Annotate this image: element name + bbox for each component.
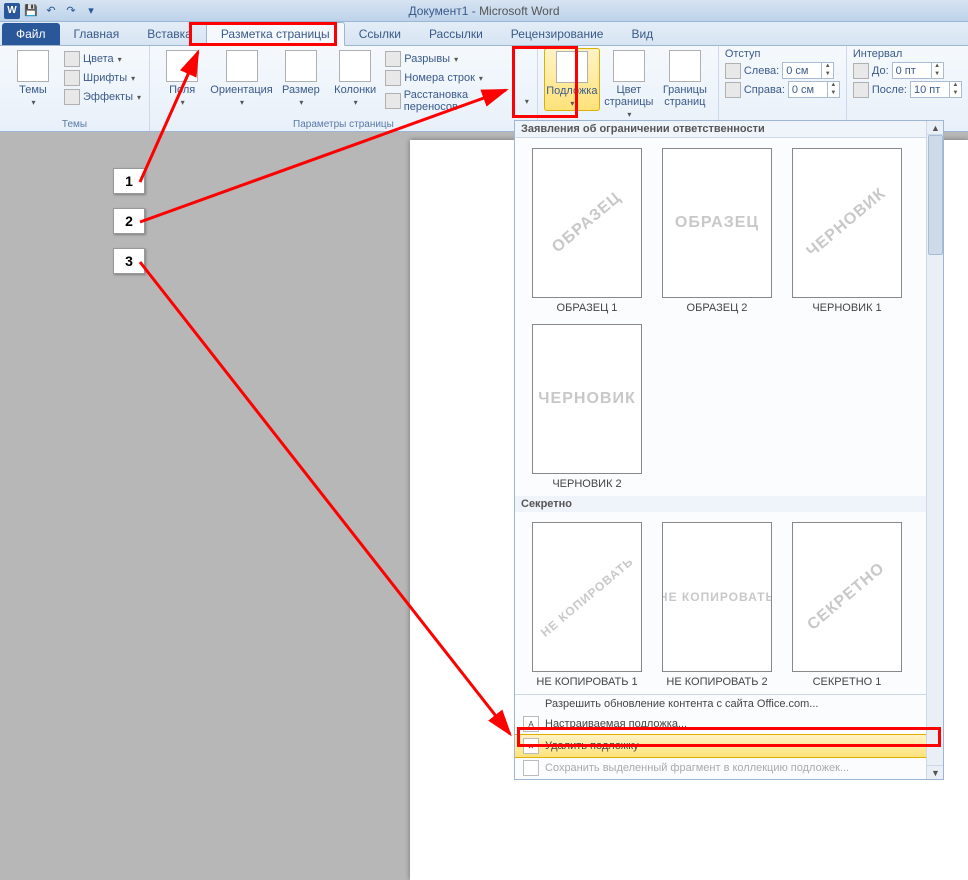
gallery-item[interactable]: НЕ КОПИРОВАТЬНЕ КОПИРОВАТЬ 2 — [657, 522, 777, 688]
gallery-item[interactable]: ЧЕРНОВИКЧЕРНОВИК 2 — [527, 324, 647, 490]
breaks-icon — [385, 51, 401, 67]
gallery-item[interactable]: НЕ КОПИРОВАТЬНЕ КОПИРОВАТЬ 1 — [527, 522, 647, 688]
cmd-save-to-gallery: Сохранить выделенный фрагмент в коллекци… — [515, 757, 943, 779]
quick-access-toolbar: W 💾 ↶ ↷ ▾ — [4, 2, 100, 20]
breaks-button[interactable]: Разрывы▾ — [383, 50, 531, 68]
indent-left-label: Слева: — [744, 65, 779, 77]
watermark-icon — [556, 51, 588, 83]
themes-button[interactable]: Темы ▾ — [6, 48, 60, 107]
redo-icon[interactable]: ↷ — [62, 2, 80, 20]
size-icon — [285, 50, 317, 82]
group-label-page-setup: Параметры страницы — [150, 119, 537, 130]
callout-3: 3 — [113, 248, 145, 274]
margins-icon — [166, 50, 198, 82]
line-numbers-icon — [385, 70, 401, 86]
save-selection-icon — [523, 760, 539, 776]
size-button[interactable]: Размер▾ — [275, 48, 327, 107]
themes-icon — [17, 50, 49, 82]
spacing-before-input[interactable]: 0 пт▲▼ — [892, 62, 944, 79]
indent-left-icon — [725, 63, 741, 79]
columns-icon — [339, 50, 371, 82]
indent-right-icon — [725, 82, 741, 98]
doc-name: Документ1 — [408, 4, 468, 18]
cmd-custom-watermark[interactable]: AНастраиваемая подложка... — [515, 713, 943, 735]
group-page-setup: Поля▾ Ориентация▾ Размер▾ Колонки▾ Разры… — [150, 46, 538, 131]
effects-icon — [64, 89, 80, 105]
indent-right-label: Справа: — [744, 84, 785, 96]
line-numbers-button[interactable]: Номера строк▾ — [383, 69, 531, 87]
tab-review[interactable]: Рецензирование — [497, 23, 618, 45]
tab-insert[interactable]: Вставка — [133, 23, 206, 45]
group-indent: Отступ Слева: 0 см▲▼ Справа: 0 см▲▼ — [719, 46, 847, 131]
tab-home[interactable]: Главная — [60, 23, 134, 45]
orientation-icon — [226, 50, 258, 82]
group-themes: Темы ▾ Цвета▾ Шрифты▾ Эффекты▾ Темы — [0, 46, 150, 131]
callout-2: 2 — [113, 208, 145, 234]
gallery-section-disclaimers: Заявления об ограничении ответственности — [515, 121, 943, 138]
watermark-button[interactable]: Подложка▾ — [544, 48, 600, 111]
margins-button[interactable]: Поля▾ — [156, 48, 208, 107]
fonts-icon — [64, 70, 80, 86]
theme-colors-button[interactable]: Цвета▾ — [62, 50, 143, 68]
spacing-header: Интервал — [853, 48, 962, 60]
tab-view[interactable]: Вид — [617, 23, 667, 45]
tab-page-layout[interactable]: Разметка страницы — [206, 22, 345, 46]
spacing-after-icon — [853, 82, 869, 98]
indent-header: Отступ — [725, 48, 840, 60]
undo-icon[interactable]: ↶ — [42, 2, 60, 20]
page-color-icon — [613, 50, 645, 82]
group-spacing: Интервал До: 0 пт▲▼ После: 10 пт▲▼ — [847, 46, 968, 131]
page-borders-button[interactable]: Границы страниц — [658, 48, 712, 108]
app-name: Microsoft Word — [479, 4, 559, 18]
page-color-button[interactable]: Цвет страницы▾ — [602, 48, 656, 119]
title-bar: W 💾 ↶ ↷ ▾ Документ1 - Microsoft Word — [0, 0, 968, 22]
tab-mailings[interactable]: Рассылки — [415, 23, 497, 45]
indent-right-input[interactable]: 0 см▲▼ — [788, 81, 840, 98]
columns-button[interactable]: Колонки▾ — [329, 48, 381, 107]
hyphenation-icon — [385, 93, 400, 109]
cmd-allow-update[interactable]: Разрешить обновление контента с сайта Of… — [515, 695, 943, 713]
qat-dropdown-icon[interactable]: ▾ — [82, 2, 100, 20]
group-label-themes: Темы — [0, 119, 149, 130]
hyphenation-button[interactable]: Расстановка переносов▾ — [383, 88, 531, 114]
cmd-remove-watermark[interactable]: ✕Удалить подложку — [514, 734, 944, 758]
callout-1: 1 — [113, 168, 145, 194]
colors-icon — [64, 51, 80, 67]
indent-left-input[interactable]: 0 см▲▼ — [782, 62, 834, 79]
gallery-item[interactable]: СЕКРЕТНОСЕКРЕТНО 1 — [787, 522, 907, 688]
gallery-grid-1: ОБРАЗЕЦОБРАЗЕЦ 1 ОБРАЗЕЦОБРАЗЕЦ 2 ЧЕРНОВ… — [515, 138, 927, 496]
tab-file[interactable]: Файл — [2, 23, 60, 45]
custom-watermark-icon: A — [523, 716, 539, 732]
spacing-before-icon — [853, 63, 869, 79]
watermark-gallery-panel: Заявления об ограничении ответственности… — [514, 120, 944, 780]
gallery-section-confidential: Секретно — [515, 496, 943, 512]
spacing-after-input[interactable]: 10 пт▲▼ — [910, 81, 962, 98]
ribbon-tabs: Файл Главная Вставка Разметка страницы С… — [0, 22, 968, 46]
gallery-commands: Разрешить обновление контента с сайта Of… — [515, 694, 943, 779]
gallery-scrollbar[interactable]: ▲ ▼ — [926, 121, 943, 779]
gallery-item[interactable]: ОБРАЗЕЦОБРАЗЕЦ 1 — [527, 148, 647, 314]
save-icon[interactable]: 💾 — [22, 2, 40, 20]
spacing-after-label: После: — [872, 84, 907, 96]
spacing-before-label: До: — [872, 65, 889, 77]
orientation-button[interactable]: Ориентация▾ — [210, 48, 272, 107]
page-borders-icon — [669, 50, 701, 82]
scroll-up-icon[interactable]: ▲ — [927, 121, 944, 135]
scrollbar-thumb[interactable] — [928, 135, 943, 255]
gallery-item[interactable]: ЧЕРНОВИКЧЕРНОВИК 1 — [787, 148, 907, 314]
window-title: Документ1 - Microsoft Word — [408, 4, 559, 18]
tab-references[interactable]: Ссылки — [345, 23, 415, 45]
gallery-grid-2: НЕ КОПИРОВАТЬНЕ КОПИРОВАТЬ 1 НЕ КОПИРОВА… — [515, 512, 927, 694]
gallery-item[interactable]: ОБРАЗЕЦОБРАЗЕЦ 2 — [657, 148, 777, 314]
remove-watermark-icon: ✕ — [523, 738, 539, 754]
group-page-background: Подложка▾ Цвет страницы▾ Границы страниц — [538, 46, 719, 131]
theme-effects-button[interactable]: Эффекты▾ — [62, 88, 143, 106]
word-app-icon: W — [4, 3, 20, 19]
theme-fonts-button[interactable]: Шрифты▾ — [62, 69, 143, 87]
scroll-down-icon[interactable]: ▼ — [927, 765, 944, 779]
